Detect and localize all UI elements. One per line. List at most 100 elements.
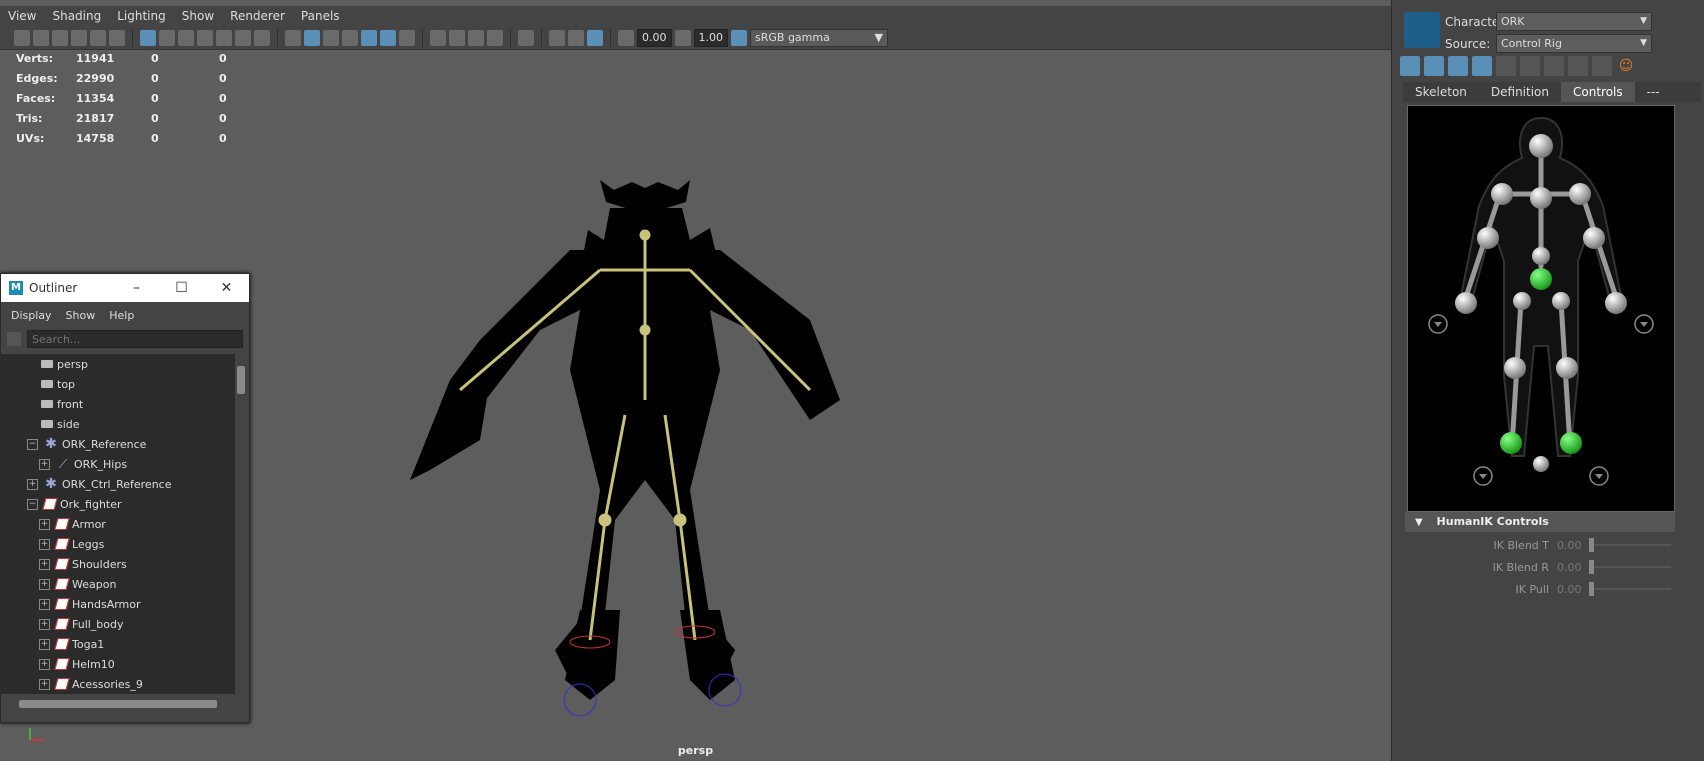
- ik-pull-slider[interactable]: [1589, 582, 1671, 596]
- mirror-icon[interactable]: [1544, 56, 1564, 76]
- humanik-controls-section[interactable]: ▼ HumanIK Controls: [1405, 512, 1675, 532]
- minimize-icon[interactable]: –: [114, 280, 159, 296]
- xray-active-components-icon[interactable]: [568, 29, 584, 46]
- shadows-icon[interactable]: [399, 29, 415, 46]
- humanik-figure-view[interactable]: [1407, 105, 1675, 512]
- hips-effector[interactable]: [1530, 268, 1552, 290]
- tab-skeleton[interactable]: Skeleton: [1403, 82, 1479, 102]
- menu-lighting[interactable]: Lighting: [109, 9, 174, 23]
- expand-icon[interactable]: +: [39, 558, 50, 570]
- outliner-item[interactable]: − Ork_fighter: [1, 494, 235, 514]
- left-shoulder-effector[interactable]: [1491, 183, 1513, 205]
- select-camera-icon[interactable]: [14, 29, 30, 46]
- body-part-icon[interactable]: [1472, 56, 1492, 76]
- outliner-item[interactable]: side: [1, 414, 235, 434]
- outliner-item[interactable]: + Helm10: [1, 654, 235, 674]
- full-body-icon[interactable]: [1448, 56, 1468, 76]
- gamma-icon[interactable]: [674, 29, 691, 46]
- humanik-body-diagram[interactable]: [1408, 106, 1674, 511]
- outliner-window[interactable]: M Outliner – ☐ ✕ Display Show Help persp…: [0, 273, 250, 723]
- gamma-field[interactable]: 1.00: [693, 28, 728, 47]
- expand-icon[interactable]: +: [39, 578, 50, 590]
- menu-renderer[interactable]: Renderer: [222, 9, 293, 23]
- right-shoulder-effector[interactable]: [1569, 183, 1591, 205]
- left-knee-effector[interactable]: [1504, 357, 1526, 379]
- key-icon[interactable]: [1592, 56, 1612, 76]
- outliner-item[interactable]: − ✱ ORK_Reference: [1, 434, 235, 454]
- outliner-item[interactable]: + Acessories_9: [1, 674, 235, 694]
- reset-icon[interactable]: [1568, 56, 1588, 76]
- chest-effector[interactable]: [1530, 187, 1552, 209]
- grease-pencil-icon[interactable]: [90, 29, 106, 46]
- outliner-tree[interactable]: persp top front side − ✱ ORK_Reference + ⟋ ORK_Hi…: [1, 354, 235, 694]
- field-chart-icon[interactable]: [216, 29, 232, 46]
- outliner-horizontal-scrollbar[interactable]: [1, 698, 235, 710]
- safe-action-icon[interactable]: [235, 29, 251, 46]
- pinning-icon[interactable]: [1520, 56, 1540, 76]
- slider-handle[interactable]: [1589, 560, 1594, 574]
- left-hip-effector[interactable]: [1513, 292, 1531, 310]
- motion-blur-icon[interactable]: [449, 29, 465, 46]
- filter-icon[interactable]: [7, 332, 21, 346]
- collapse-icon[interactable]: −: [27, 438, 38, 450]
- collapse-icon[interactable]: −: [27, 498, 38, 510]
- tab-more[interactable]: ---: [1635, 82, 1672, 102]
- outliner-item[interactable]: + Full_body: [1, 614, 235, 634]
- xray-joints-icon[interactable]: [587, 29, 603, 46]
- humanik-logo-icon[interactable]: [1404, 12, 1440, 48]
- source-dropdown[interactable]: Control Rig ▼: [1496, 34, 1652, 53]
- use-all-lights-icon[interactable]: [380, 29, 396, 46]
- slider-value[interactable]: 0.00: [1557, 561, 1589, 574]
- expand-icon[interactable]: +: [39, 538, 50, 550]
- right-elbow-effector[interactable]: [1583, 227, 1605, 249]
- right-hip-effector[interactable]: [1552, 292, 1570, 310]
- selection-icon[interactable]: [1496, 56, 1516, 76]
- outliner-item[interactable]: + ⟋ ORK_Hips: [1, 454, 235, 474]
- right-wrist-effector[interactable]: [1605, 292, 1627, 314]
- left-elbow-effector[interactable]: [1477, 227, 1499, 249]
- menu-shading[interactable]: Shading: [44, 9, 109, 23]
- menu-view[interactable]: View: [0, 9, 44, 23]
- left-wrist-effector[interactable]: [1455, 292, 1477, 314]
- outliner-item[interactable]: + HandsArmor: [1, 594, 235, 614]
- slider-handle[interactable]: [1589, 538, 1594, 552]
- outliner-menu-show[interactable]: Show: [56, 309, 96, 322]
- head-effector[interactable]: [1529, 134, 1553, 158]
- outliner-menu-display[interactable]: Display: [1, 309, 52, 322]
- outliner-item[interactable]: top: [1, 374, 235, 394]
- spine-effector[interactable]: [1532, 247, 1550, 265]
- image-plane-icon[interactable]: [71, 29, 87, 46]
- left-ankle-effector[interactable]: [1500, 432, 1522, 454]
- 2d-pan-zoom-icon[interactable]: [109, 29, 125, 46]
- view-transform-dropdown[interactable]: sRGB gamma ▼: [750, 28, 888, 47]
- right-knee-effector[interactable]: [1556, 357, 1578, 379]
- xray-icon[interactable]: [549, 29, 565, 46]
- define-skeleton-icon[interactable]: [1400, 56, 1420, 76]
- slider-handle[interactable]: [1589, 582, 1594, 596]
- color-management-icon[interactable]: [731, 29, 747, 46]
- outliner-item[interactable]: persp: [1, 354, 235, 374]
- scrollbar-thumb[interactable]: [19, 700, 217, 708]
- close-icon[interactable]: ✕: [204, 280, 249, 296]
- expand-icon[interactable]: +: [39, 638, 50, 650]
- outliner-item[interactable]: + ✱ ORK_Ctrl_Reference: [1, 474, 235, 494]
- character-dropdown[interactable]: ORK ▼: [1496, 12, 1652, 31]
- expand-icon[interactable]: +: [39, 658, 50, 670]
- textured-icon[interactable]: [361, 29, 377, 46]
- outliner-item[interactable]: + Shoulders: [1, 554, 235, 574]
- expand-icon[interactable]: +: [39, 518, 50, 530]
- expand-icon[interactable]: +: [27, 478, 38, 490]
- expand-icon[interactable]: +: [39, 598, 50, 610]
- tab-definition[interactable]: Definition: [1479, 82, 1561, 102]
- expand-icon[interactable]: +: [39, 678, 50, 690]
- edit-skeleton-icon[interactable]: [1424, 56, 1444, 76]
- ork-character-model[interactable]: [390, 180, 910, 720]
- outliner-item[interactable]: + Toga1: [1, 634, 235, 654]
- outliner-item[interactable]: front: [1, 394, 235, 414]
- collapse-arrow-icon[interactable]: ▼: [1415, 517, 1423, 528]
- expand-icon[interactable]: +: [39, 458, 50, 470]
- outliner-item[interactable]: + Weapon: [1, 574, 235, 594]
- wireframe-on-shaded-icon[interactable]: [342, 29, 358, 46]
- film-gate-icon[interactable]: [159, 29, 175, 46]
- exposure-icon[interactable]: [618, 29, 634, 46]
